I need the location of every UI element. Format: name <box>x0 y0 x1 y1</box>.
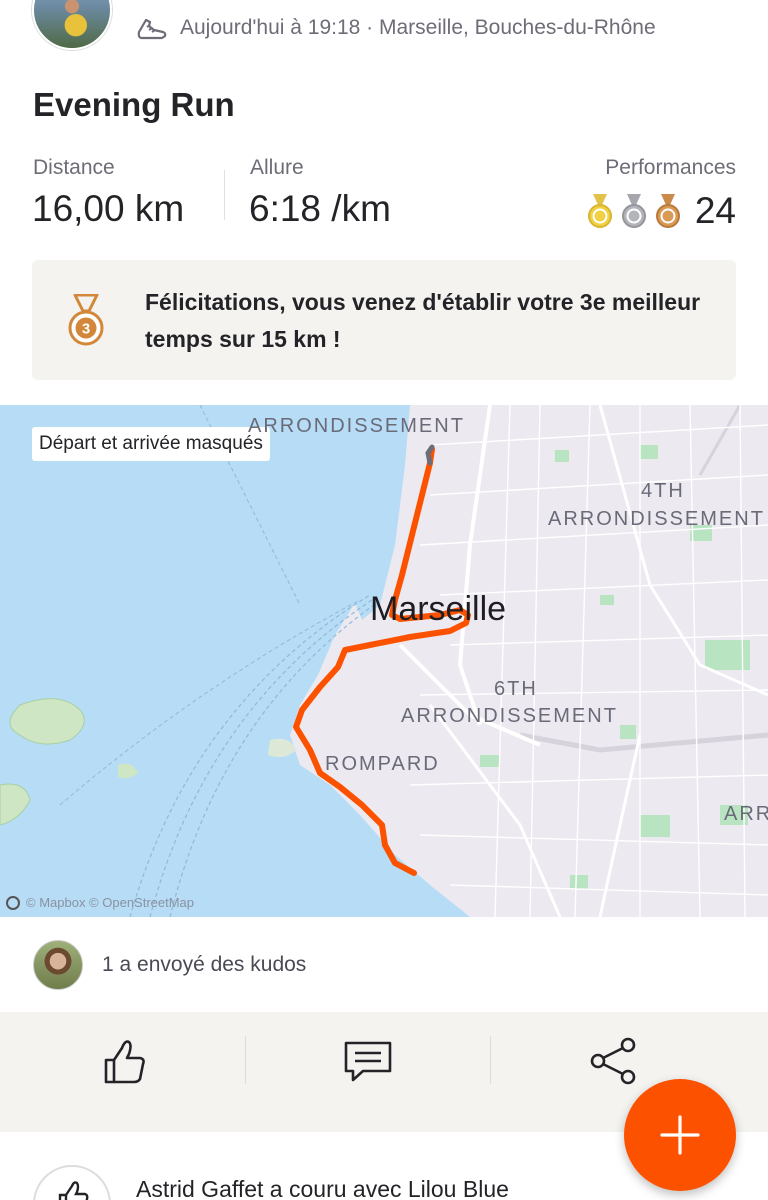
kudos-thumb-icon <box>104 1040 145 1084</box>
map-label-6th-number: 6TH <box>494 678 538 700</box>
map-label-edge: ARR <box>724 803 768 825</box>
performances-summary[interactable]: 24 <box>587 190 736 232</box>
map-attribution[interactable]: © Mapbox © OpenStreetMap <box>6 895 194 910</box>
thumb-icon <box>58 1181 89 1200</box>
action-divider <box>490 1036 491 1084</box>
achievement-card[interactable]: 3 Félicitations, vous venez d'établir vo… <box>32 260 736 380</box>
activity-meta: Aujourd'hui à 19:18 · Marseille, Bouches… <box>136 14 656 42</box>
distance-value: 16,00 km <box>32 188 185 229</box>
add-activity-button[interactable] <box>624 1079 736 1191</box>
activity-stats: Distance 16,00 km Allure 6:18 /km Perfor… <box>0 150 768 240</box>
running-shoe-icon <box>136 14 168 42</box>
pace-value: 6:18 /km <box>249 188 391 229</box>
comment-button[interactable] <box>340 1034 396 1088</box>
svg-text:3: 3 <box>82 321 90 338</box>
activity-date-location: Aujourd'hui à 19:18 · Marseille, Bouches… <box>180 16 656 39</box>
kudos-row[interactable]: 1 a envoyé des kudos <box>0 917 768 1012</box>
pace-label: Allure <box>250 156 304 179</box>
feed-item-text: Astrid Gaffet a couru avec Lilou Blue <box>136 1176 509 1200</box>
kudos-avatar <box>33 940 83 990</box>
distance-label: Distance <box>33 156 115 179</box>
map-label-district: ROMPARD <box>325 753 440 775</box>
plus-icon <box>660 1115 700 1155</box>
map-label-4th-number: 4TH <box>641 480 685 502</box>
comment-icon <box>344 1041 392 1082</box>
kudos-text: 1 a envoyé des kudos <box>102 953 307 976</box>
privacy-badge: Départ et arrivée masqués <box>32 427 270 461</box>
silver-medal-icon <box>621 193 647 229</box>
share-button[interactable] <box>585 1034 641 1088</box>
performances-count: 24 <box>694 190 736 231</box>
action-divider <box>245 1036 246 1084</box>
athlete-avatar[interactable] <box>32 0 112 50</box>
performances-label: Performances <box>605 156 736 179</box>
activity-header: Aujourd'hui à 19:18 · Marseille, Bouches… <box>0 0 768 60</box>
map-label-arrondissement-top: ARRONDISSEMENT <box>248 415 465 437</box>
attribution-text: © Mapbox © OpenStreetMap <box>26 895 195 910</box>
gold-medal-icon <box>587 193 613 229</box>
share-icon <box>590 1037 636 1085</box>
bronze-medal-3-icon: 3 <box>66 293 106 346</box>
bronze-medal-icon <box>655 193 681 229</box>
kudos-button[interactable] <box>96 1034 152 1088</box>
map-label-city: Marseille <box>370 590 507 628</box>
map-label-4th-arrondissement: ARRONDISSEMENT <box>548 508 765 530</box>
group-activity-avatar <box>33 1165 111 1200</box>
activity-title[interactable]: Evening Run <box>33 86 235 124</box>
route-map[interactable]: Départ et arrivée masqués ARRONDISSEMENT… <box>0 405 768 917</box>
stat-divider <box>224 170 225 220</box>
map-label-6th-arrondissement: ARRONDISSEMENT <box>401 705 618 727</box>
mapbox-logo-icon <box>6 895 20 910</box>
achievement-text: Félicitations, vous venez d'établir votr… <box>145 289 701 352</box>
